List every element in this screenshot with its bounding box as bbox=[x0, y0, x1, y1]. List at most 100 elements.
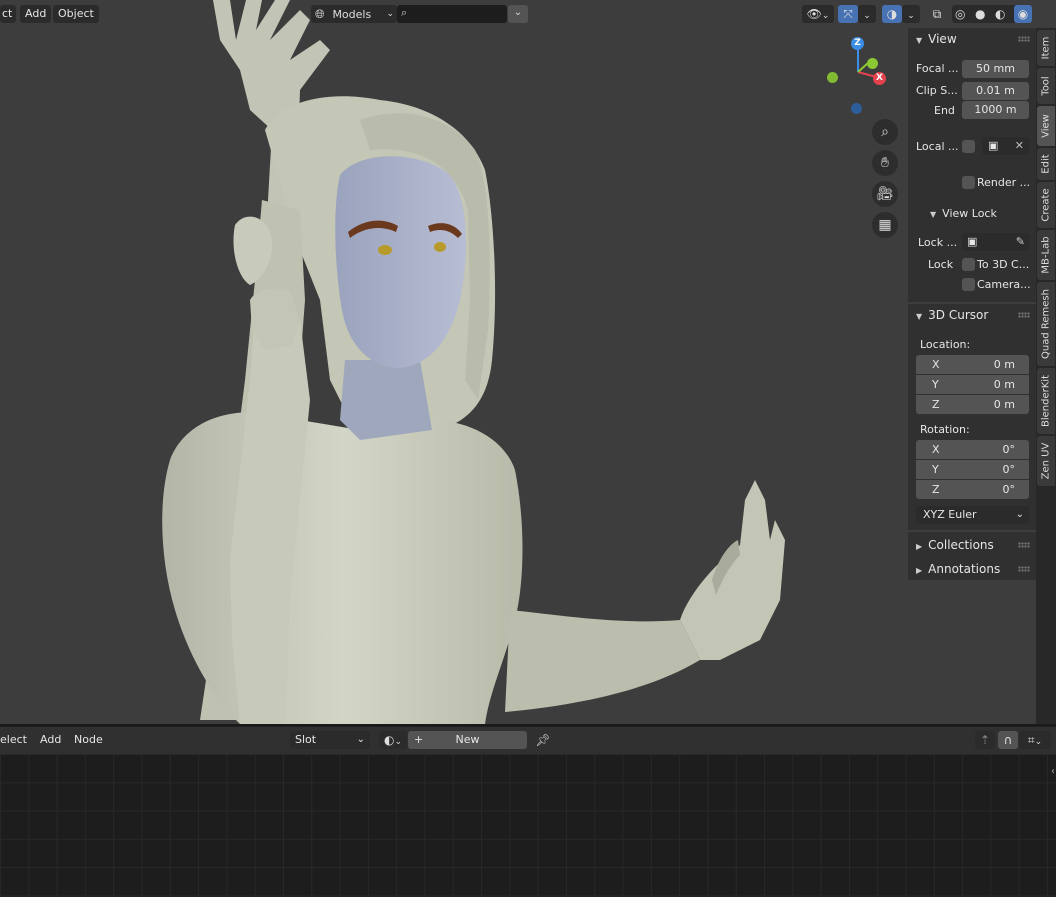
local-camera-checkbox[interactable] bbox=[962, 140, 975, 153]
pan-button[interactable]: ✋︎ bbox=[872, 150, 898, 176]
cursor-location-x-field[interactable]: X 0 m bbox=[916, 355, 1029, 374]
cursor-rotation-x-field[interactable]: X 0° bbox=[916, 440, 1029, 459]
new-material-button[interactable]: + New bbox=[408, 731, 527, 749]
tab-label: BlenderKit bbox=[1040, 375, 1052, 427]
rotation-mode-select[interactable]: XYZ Euler ⌄ bbox=[916, 506, 1029, 524]
shading-modes[interactable]: ◎ ● ◐ ◉ bbox=[952, 5, 1032, 23]
tab-view[interactable]: View bbox=[1037, 106, 1055, 146]
cursor-rotation-y-field[interactable]: Y 0° bbox=[916, 460, 1029, 479]
add-menu[interactable]: Add bbox=[20, 5, 52, 23]
chevron-down-icon: ⌄ bbox=[821, 11, 830, 21]
drag-grip-icon[interactable] bbox=[1018, 566, 1030, 572]
node-editor-canvas[interactable]: ‹ bbox=[0, 754, 1056, 897]
axis-label: Y bbox=[932, 378, 939, 391]
section-divider bbox=[908, 530, 1036, 532]
blender-window: ct Add Object 🌐︎ Models ⌄ ⌕ ⌄ 👁︎⌄ ⤧ ⌄ ◑ … bbox=[0, 0, 1056, 897]
object-icon: ▣ bbox=[967, 235, 978, 248]
search-input[interactable]: ⌕ bbox=[397, 5, 507, 23]
gizmo-dropdown[interactable]: ⌄ bbox=[858, 5, 876, 23]
zoom-button[interactable]: ⌕ bbox=[872, 119, 898, 145]
x-axis-handle[interactable]: X bbox=[873, 72, 886, 85]
tab-blenderkit[interactable]: BlenderKit bbox=[1037, 368, 1055, 434]
tab-tool[interactable]: Tool bbox=[1037, 68, 1055, 104]
material-shading-icon: ◐ bbox=[995, 7, 1006, 21]
annotations-section-header[interactable]: ▶ Annotations bbox=[908, 558, 1036, 580]
overlay-toggle[interactable]: ◑ bbox=[882, 5, 902, 23]
gizmo-toggle[interactable]: ⤧ bbox=[838, 5, 858, 23]
select-menu[interactable]: elect bbox=[0, 731, 30, 749]
tab-mb-lab[interactable]: MB-Lab bbox=[1037, 230, 1055, 280]
collection-selector[interactable]: 🌐︎ Models ⌄ bbox=[311, 5, 397, 23]
sidebar-toggle-arrow-icon[interactable]: ‹ bbox=[1051, 766, 1055, 777]
new-button-label: New bbox=[455, 733, 480, 746]
xray-toggle[interactable]: ⧉ bbox=[926, 5, 948, 23]
focal-length-field[interactable]: 50 mm bbox=[962, 60, 1029, 78]
drag-grip-icon[interactable] bbox=[1018, 542, 1030, 548]
axis-label: Z bbox=[932, 483, 940, 496]
clip-end-field[interactable]: 1000 m bbox=[962, 101, 1029, 119]
material-browse-button[interactable]: ◐⌄ bbox=[379, 731, 407, 749]
cursor-rotation-z-field[interactable]: Z 0° bbox=[916, 480, 1029, 499]
tab-label: Create bbox=[1040, 188, 1052, 222]
z-axis-handle[interactable]: Z bbox=[851, 37, 864, 50]
tab-create[interactable]: Create bbox=[1037, 182, 1055, 228]
slot-value: Slot bbox=[295, 733, 317, 746]
local-camera-object-field[interactable]: ▣ ✕ bbox=[982, 137, 1029, 155]
camera-view-button[interactable]: 🎥︎ bbox=[872, 181, 898, 207]
drag-grip-icon[interactable] bbox=[1018, 36, 1030, 42]
cursor-location-label: Location: bbox=[920, 338, 971, 351]
tab-edit[interactable]: Edit bbox=[1037, 148, 1055, 180]
perspective-toggle-button[interactable]: ▦ bbox=[872, 212, 898, 238]
globe-icon: 🌐︎ bbox=[315, 7, 325, 21]
overlay-dropdown[interactable]: ⌄ bbox=[902, 5, 920, 23]
lock-to-cursor-label: To 3D C... bbox=[977, 258, 1030, 271]
slot-select[interactable]: Slot ⌄ bbox=[290, 731, 370, 749]
tab-item[interactable]: Item bbox=[1037, 30, 1055, 66]
3d-viewport[interactable]: ct Add Object 🌐︎ Models ⌄ ⌕ ⌄ 👁︎⌄ ⤧ ⌄ ◑ … bbox=[0, 0, 1056, 724]
neg-y-axis-handle[interactable] bbox=[827, 72, 838, 83]
clip-start-field[interactable]: 0.01 m bbox=[962, 82, 1029, 100]
collections-section-header[interactable]: ▶ Collections bbox=[908, 534, 1036, 556]
pin-button[interactable]: 📌︎ bbox=[533, 731, 553, 749]
overlay-icon: ◑ bbox=[886, 7, 898, 21]
select-menu[interactable]: ct bbox=[0, 5, 17, 23]
collections-section-title: Collections bbox=[928, 538, 994, 552]
view-section-header[interactable]: ▼ View bbox=[908, 28, 1036, 50]
chevron-down-icon: ⌄ bbox=[1015, 509, 1024, 520]
gizmo-icon: ⤧ bbox=[843, 7, 853, 21]
cursor-location-z-field[interactable]: Z 0 m bbox=[916, 395, 1029, 414]
search-options-dropdown[interactable]: ⌄ bbox=[508, 5, 528, 23]
view-lock-subheader[interactable]: ▼ View Lock bbox=[930, 207, 997, 220]
chevron-down-icon: ⌄ bbox=[386, 9, 394, 19]
snap-mode-select[interactable]: ⌗⌄ bbox=[1019, 731, 1051, 749]
cursor-location-y-field[interactable]: Y 0 m bbox=[916, 375, 1029, 394]
grid-icon: ▦ bbox=[878, 217, 892, 233]
lock-to-cursor-checkbox[interactable] bbox=[962, 258, 975, 271]
tab-label: Item bbox=[1040, 36, 1052, 60]
render-region-checkbox[interactable] bbox=[962, 176, 975, 189]
visibility-selector[interactable]: 👁︎⌄ bbox=[802, 5, 834, 23]
tab-quad-remesh[interactable]: Quad Remesh bbox=[1037, 282, 1055, 366]
drag-grip-icon[interactable] bbox=[1018, 312, 1030, 318]
cursor-section-header[interactable]: ▼ 3D Cursor bbox=[908, 304, 1036, 326]
view-lock-title: View Lock bbox=[942, 207, 997, 220]
lock-camera-checkbox[interactable] bbox=[962, 278, 975, 291]
parent-node-tree-button[interactable]: ⇡ bbox=[975, 731, 995, 749]
node-menu[interactable]: Node bbox=[69, 731, 108, 749]
neg-z-axis-handle[interactable] bbox=[851, 103, 862, 114]
y-axis-handle[interactable] bbox=[867, 58, 878, 69]
add-menu[interactable]: Add bbox=[35, 731, 66, 749]
object-menu[interactable]: Object bbox=[53, 5, 99, 23]
tab-zen-uv[interactable]: Zen UV bbox=[1037, 436, 1055, 486]
lock-object-field[interactable]: ▣ ✎ bbox=[962, 233, 1029, 251]
axis-value: 0 m bbox=[993, 358, 1015, 371]
collection-label: Models bbox=[332, 8, 372, 21]
sidebar-tabs: Item Tool View Edit Create MB-Lab Quad R… bbox=[1036, 28, 1056, 724]
chevron-down-icon: ⌄ bbox=[513, 7, 523, 18]
axis-value: 0° bbox=[1002, 483, 1016, 496]
snap-toggle[interactable]: ∩ bbox=[998, 731, 1018, 749]
chevron-down-icon: ⌄ bbox=[1034, 737, 1043, 747]
view-section-title: View bbox=[928, 32, 957, 46]
eyedropper-icon[interactable]: ✎ bbox=[1016, 233, 1025, 251]
close-icon[interactable]: ✕ bbox=[1015, 137, 1024, 155]
